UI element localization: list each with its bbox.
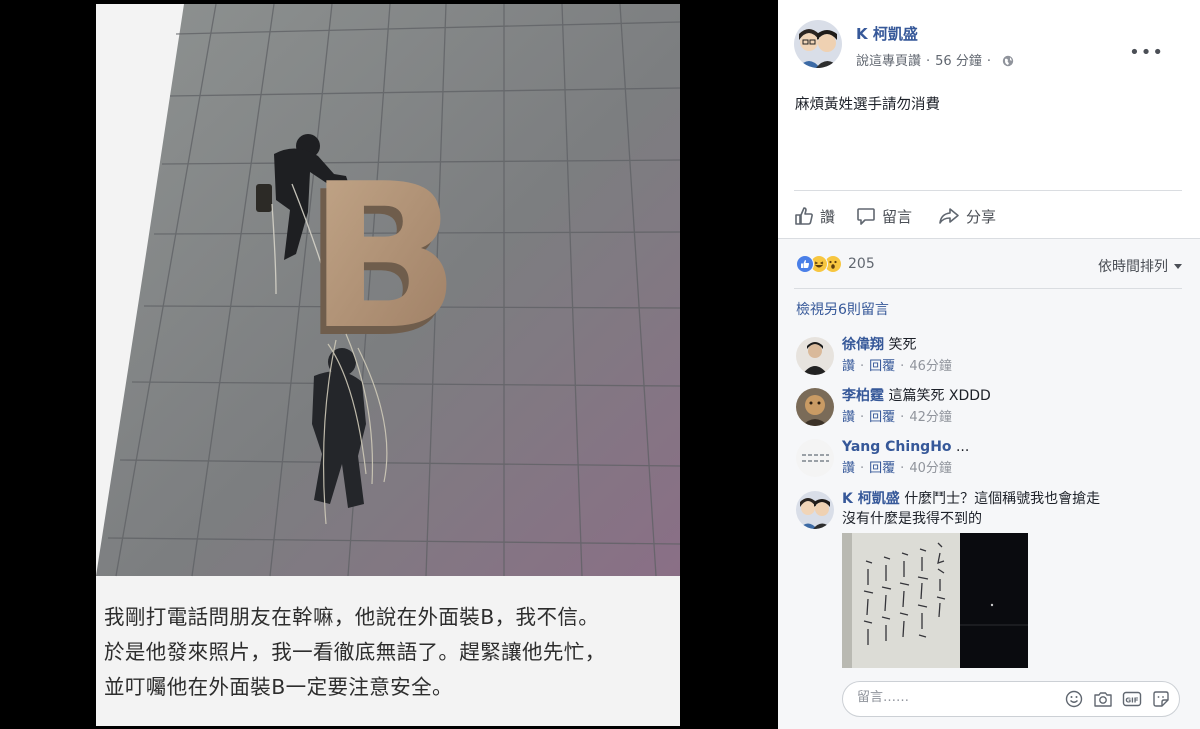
share-button[interactable]: 分享 bbox=[938, 202, 996, 230]
post-header: K 柯凱盛 說這專頁讚 · 56 分鐘 · ••• bbox=[794, 20, 1184, 70]
comment-like-link[interactable]: 讚 bbox=[842, 461, 855, 476]
comment-attached-photo[interactable] bbox=[842, 533, 1028, 668]
letter-b-sign: B B bbox=[302, 141, 460, 382]
page-avatar[interactable] bbox=[794, 20, 842, 68]
image-caption: 我剛打電話問朋友在幹嘛，他說在外面裝B，我不信。 於是他發來照片，我一看徹底無語… bbox=[104, 600, 674, 705]
caption-line: 並叮囑他在外面裝B一定要注意安全。 bbox=[104, 675, 453, 699]
comment-button[interactable]: 留言 bbox=[856, 202, 912, 230]
comment-like-link[interactable]: 讚 bbox=[842, 359, 855, 374]
share-icon bbox=[939, 208, 959, 224]
gif-icon[interactable]: GIF bbox=[1122, 689, 1142, 709]
sort-comments-dropdown[interactable]: 依時間排列 bbox=[1098, 256, 1182, 276]
commenter-avatar[interactable] bbox=[796, 388, 834, 426]
post-timestamp[interactable]: 56 分鐘 bbox=[935, 54, 982, 69]
divider bbox=[794, 190, 1182, 191]
comment-timestamp[interactable]: 42分鐘 bbox=[909, 410, 952, 425]
comment-reply-link[interactable]: 回覆 bbox=[869, 359, 895, 374]
comment-input[interactable] bbox=[857, 690, 1057, 705]
comment-text: ... bbox=[955, 439, 970, 455]
commenter-name[interactable]: 李柏霆 bbox=[842, 388, 884, 404]
divider bbox=[794, 288, 1182, 289]
like-label: 讚 bbox=[820, 207, 836, 226]
post-side-panel: K 柯凱盛 說這專頁讚 · 56 分鐘 · ••• 麻煩黃姓選手請勿消費 讚 留言 分… bbox=[778, 0, 1200, 729]
post-text: 麻煩黃姓選手請勿消費 bbox=[795, 97, 940, 113]
svg-text:B: B bbox=[308, 141, 460, 374]
comment-icon bbox=[857, 208, 875, 225]
thumbs-up-icon bbox=[795, 207, 813, 225]
building-wall-image: B B bbox=[96, 4, 680, 584]
sort-label: 依時間排列 bbox=[1098, 259, 1168, 275]
post-author-link[interactable]: K 柯凱盛 bbox=[856, 23, 918, 44]
reactions-summary[interactable]: 205 bbox=[796, 253, 875, 275]
photo-viewer: B B 我剛打電話問朋友在幹嘛，他說在外面裝B，我不信。 於是他發來照片，我一看… bbox=[0, 0, 778, 729]
caption-line: 於是他發來照片，我一看徹底無語了。趕緊讓他先忙， bbox=[104, 640, 606, 664]
comment-composer: GIF bbox=[842, 681, 1180, 717]
post-photo[interactable]: B B 我剛打電話問朋友在幹嘛，他說在外面裝B，我不信。 於是他發來照片，我一看… bbox=[96, 4, 680, 726]
comment-body: Yang ChingHo ... 讚 · 回覆 · 40分鐘 bbox=[842, 439, 970, 476]
post-meta: 說這專頁讚 · 56 分鐘 · bbox=[856, 50, 1014, 71]
composer-tools: GIF bbox=[1055, 689, 1171, 709]
comment-reply-link[interactable]: 回覆 bbox=[869, 410, 895, 425]
comment-text-line2: 沒有什麼是我得不到的 bbox=[842, 511, 982, 527]
comment-text: 這篇笑死 XDDD bbox=[888, 388, 991, 404]
liked-page-link[interactable]: 說這專頁讚 bbox=[856, 54, 921, 69]
view-more-comments-link[interactable]: 檢視另6則留言 bbox=[796, 299, 889, 319]
comment-text: 什麼鬥士？這個稱號我也會搶走 bbox=[904, 491, 1101, 507]
comment-timestamp[interactable]: 40分鐘 bbox=[909, 461, 952, 476]
share-label: 分享 bbox=[966, 207, 997, 226]
commenter-name[interactable]: Yang ChingHo bbox=[842, 439, 952, 455]
reaction-count: 205 bbox=[848, 256, 875, 272]
more-options-icon[interactable]: ••• bbox=[1129, 42, 1164, 63]
globe-icon bbox=[1002, 55, 1014, 71]
commenter-name[interactable]: 徐偉翔 bbox=[842, 337, 884, 353]
like-button[interactable]: 讚 bbox=[794, 202, 835, 230]
comment-like-link[interactable]: 讚 bbox=[842, 410, 855, 425]
camera-icon[interactable] bbox=[1093, 689, 1113, 709]
comment-reply-link[interactable]: 回覆 bbox=[869, 461, 895, 476]
commenter-avatar[interactable] bbox=[796, 337, 834, 375]
commenter-avatar[interactable] bbox=[796, 491, 834, 529]
comment-body: 李柏霆 這篇笑死 XDDD 讚 · 回覆 · 42分鐘 bbox=[842, 388, 991, 425]
comment-body: K 柯凱盛 什麼鬥士？這個稱號我也會搶走 沒有什麼是我得不到的 bbox=[842, 489, 1182, 668]
comments-section: 205 依時間排列 檢視另6則留言 徐偉翔 笑死 讚 · 回覆 · 46分鐘 李柏霆 這… bbox=[778, 239, 1200, 729]
commenter-name[interactable]: K 柯凱盛 bbox=[842, 491, 900, 507]
svg-text:GIF: GIF bbox=[1125, 696, 1138, 704]
comment-timestamp[interactable]: 46分鐘 bbox=[909, 359, 952, 374]
commenter-avatar[interactable] bbox=[796, 439, 834, 477]
emoji-icon[interactable] bbox=[1064, 689, 1084, 709]
comment-text: 笑死 bbox=[888, 337, 917, 353]
comment-body: 徐偉翔 笑死 讚 · 回覆 · 46分鐘 bbox=[842, 337, 952, 374]
caption-line: 我剛打電話問朋友在幹嘛，他說在外面裝B，我不信。 bbox=[104, 605, 600, 629]
comment-label: 留言 bbox=[882, 207, 913, 226]
chevron-down-icon bbox=[1174, 263, 1182, 269]
sticker-icon[interactable] bbox=[1151, 689, 1171, 709]
like-reaction-icon bbox=[796, 255, 814, 273]
post-actions: 讚 留言 分享 bbox=[794, 202, 1184, 230]
